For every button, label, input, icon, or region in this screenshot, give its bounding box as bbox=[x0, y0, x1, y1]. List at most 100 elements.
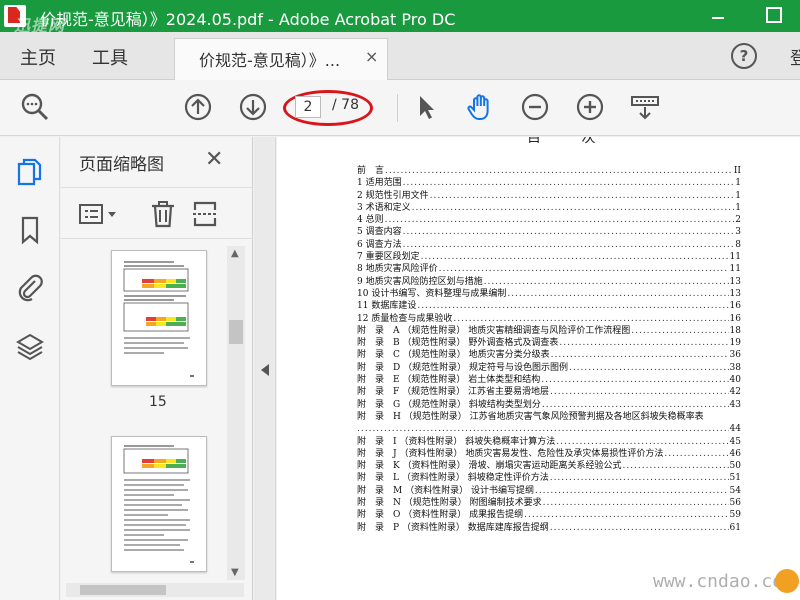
toc-entry[interactable]: 附 录 N （规范性附录） 附图编制技术要求 56 bbox=[357, 497, 741, 509]
thumbnail-horizontal-scrollbar[interactable] bbox=[66, 583, 244, 597]
toc-entry[interactable]: 附 录 G （规范性附录） 斜坡结构类型划分 43 bbox=[357, 399, 741, 411]
toc-entry[interactable]: 附 录 B （规范性附录） 野外调查格式及调查表 19 bbox=[357, 337, 741, 349]
toc-title: 目 次 bbox=[527, 137, 614, 146]
toc-entry[interactable]: 1 适用范围 1 bbox=[357, 177, 741, 189]
toc-entry[interactable]: 附 录 O （资料性附录） 成果报告提纲 59 bbox=[357, 509, 741, 521]
toc-entry[interactable]: 附 录 L （资料性附录） 斜坡稳定性评价方法 51 bbox=[357, 472, 741, 484]
toc-leader-dots bbox=[559, 337, 728, 349]
document-tab-label: 价规范-意见稿）》... bbox=[199, 51, 341, 70]
document-view[interactable]: 目 次 前 言II1 适用范围12 规范性引用文件13 术语和定义14 总则25… bbox=[277, 137, 800, 600]
page-up-icon[interactable] bbox=[183, 92, 213, 122]
toc-entry[interactable]: 附 录 E （规范性附录） 岩土体类型和结构 40 bbox=[357, 374, 741, 386]
toc-entry[interactable]: 附 录 H （规范性附录） 江苏省地质灾害气象风险预警判据及各地区斜坡失稳概率表 bbox=[357, 411, 741, 423]
toc-entry-text: 12 质量检查与成果验收 bbox=[357, 313, 453, 324]
toc-entry[interactable]: 44 bbox=[357, 423, 741, 435]
toc-entry-page: 3 bbox=[735, 227, 741, 238]
zoom-out-icon[interactable] bbox=[520, 92, 550, 122]
delete-icon[interactable] bbox=[149, 200, 177, 228]
panel-toolbar bbox=[61, 187, 253, 239]
toc-leader-dots bbox=[385, 165, 733, 177]
toc-entry[interactable]: 附 录 J （资料性附录） 地质灾害易发性、危险性及承灾体易损性评价方法 46 bbox=[357, 448, 741, 460]
current-page-input[interactable]: 2 bbox=[295, 96, 321, 118]
toc-leader-dots bbox=[524, 509, 728, 521]
scrollbar-thumb[interactable] bbox=[229, 320, 243, 344]
sign-in-button[interactable]: 登 bbox=[790, 44, 800, 69]
zoom-search-icon[interactable] bbox=[20, 92, 50, 122]
toc-entry-page: 13 bbox=[729, 276, 741, 287]
horizontal-scrollbar-thumb[interactable] bbox=[80, 585, 166, 595]
options-menu-icon[interactable] bbox=[79, 200, 121, 228]
extract-icon[interactable] bbox=[191, 200, 219, 228]
toc-entry-page: 38 bbox=[729, 362, 741, 373]
hand-tool-icon[interactable] bbox=[465, 92, 495, 122]
toc-entry[interactable]: 附 录 P （资料性附录） 数据库建库报告提纲 61 bbox=[357, 522, 741, 534]
toc-entry-page: 42 bbox=[729, 387, 741, 398]
page-thumbnails-icon[interactable] bbox=[16, 157, 44, 187]
toc-entry[interactable]: 12 质量检查与成果验收 16 bbox=[357, 313, 741, 325]
toc-entry[interactable]: 附 录 I （资料性附录） 斜坡失稳概率计算方法 45 bbox=[357, 436, 741, 448]
attachment-icon[interactable] bbox=[16, 272, 44, 302]
toc-entry[interactable]: 10 设计书编写、资料整理与成果编制 13 bbox=[357, 288, 741, 300]
toc-entry[interactable]: 5 调查内容 3 bbox=[357, 226, 741, 238]
toc-entry[interactable]: 附 录 C （规范性附录） 地质灾害分类分级表 36 bbox=[357, 349, 741, 361]
toc-entry[interactable]: 附 录 K （资料性附录） 滑坡、崩塌灾害运动距离关系经验公式 50 bbox=[357, 460, 741, 472]
toc-leader-dots bbox=[541, 374, 728, 386]
panel-close-button[interactable]: ✕ bbox=[205, 147, 223, 172]
layers-icon[interactable] bbox=[16, 331, 44, 361]
toc-entry-text: 附 录 G （规范性附录） 斜坡结构类型划分 bbox=[357, 399, 541, 410]
site-watermark: www.cndao.com bbox=[653, 571, 794, 592]
toc-leader-dots bbox=[550, 472, 729, 484]
toc-leader-dots bbox=[550, 386, 729, 398]
maximize-button[interactable] bbox=[762, 4, 786, 26]
toc-entry-text: 附 录 O （资料性附录） 成果报告提纲 bbox=[357, 510, 524, 521]
minimize-button[interactable] bbox=[706, 4, 730, 26]
toc-entry[interactable]: 4 总则 2 bbox=[357, 214, 741, 226]
scroll-mode-icon[interactable] bbox=[630, 92, 660, 122]
toc-entry[interactable]: 附 录 A （规范性附录） 地质灾害精细调查与风险评价工作流程图 18 bbox=[357, 325, 741, 337]
select-cursor-icon[interactable] bbox=[411, 92, 441, 122]
toc-entry-page: 46 bbox=[729, 448, 741, 459]
page-down-icon[interactable] bbox=[238, 92, 268, 122]
toc-entry[interactable]: 9 地质灾害风险防控区划与措施 13 bbox=[357, 276, 741, 288]
zoom-in-icon[interactable] bbox=[575, 92, 605, 122]
toc-leader-dots bbox=[453, 313, 728, 325]
toc-leader-dots bbox=[551, 349, 729, 361]
document-tab[interactable]: 价规范-意见稿）》... × bbox=[174, 38, 388, 80]
toc-leader-dots bbox=[403, 239, 735, 251]
page-thumbnail[interactable] bbox=[111, 250, 207, 386]
toc-entry[interactable]: 附 录 F （规范性附录） 江苏省主要易滑地层 42 bbox=[357, 386, 741, 398]
tab-home[interactable]: 主页 bbox=[20, 44, 56, 70]
page-thumbnail[interactable] bbox=[111, 436, 207, 572]
scroll-down-arrow-icon[interactable]: ▼ bbox=[231, 567, 239, 578]
toc-entry-page: 51 bbox=[729, 473, 741, 484]
toc-entry[interactable]: 附 录 D （规范性附录） 规定符号与设色图示图例 38 bbox=[357, 362, 741, 374]
toc-entry-text: 附 录 L （资料性附录） 斜坡稳定性评价方法 bbox=[357, 473, 549, 484]
tab-tools[interactable]: 工具 bbox=[92, 44, 128, 70]
toc-leader-dots bbox=[417, 300, 728, 312]
help-button[interactable]: ? bbox=[731, 43, 757, 69]
panel-collapse-bar[interactable] bbox=[254, 137, 276, 600]
toc-entry[interactable]: 前 言 II bbox=[357, 165, 741, 177]
scroll-up-arrow-icon[interactable]: ▲ bbox=[231, 248, 239, 259]
document-tab-close-button[interactable]: × bbox=[365, 47, 378, 66]
toc-entry-text: 10 设计书编写、资料整理与成果编制 bbox=[357, 288, 507, 299]
toc-entry[interactable]: 7 重要区段划定 11 bbox=[357, 251, 741, 263]
toc-leader-dots bbox=[385, 214, 735, 226]
toc-entry-page: 44 bbox=[729, 424, 741, 435]
thumbnail-page-number: 15 bbox=[149, 394, 167, 410]
toc-entry[interactable]: 2 规范性引用文件 1 bbox=[357, 190, 741, 202]
toc-leader-dots bbox=[439, 263, 729, 275]
toc-entry-text: 附 录 B （规范性附录） 野外调查格式及调查表 bbox=[357, 338, 559, 349]
window-title: 价规范-意见稿）》2024.05.pdf - Adobe Acrobat Pro… bbox=[40, 10, 456, 29]
toc-entry[interactable]: 3 术语和定义 1 bbox=[357, 202, 741, 214]
thumbnail-scrollbar[interactable]: ▲ ▼ bbox=[227, 246, 245, 580]
bookmark-icon[interactable] bbox=[16, 215, 44, 245]
toc-entry-page: II bbox=[733, 166, 741, 176]
toc-entry[interactable]: 8 地质灾害风险评价 11 bbox=[357, 263, 741, 275]
toc-entry-text: 6 调查方法 bbox=[357, 239, 402, 250]
toc-entry[interactable]: 6 调查方法 8 bbox=[357, 239, 741, 251]
collapse-arrow-icon[interactable] bbox=[261, 364, 269, 376]
toc-entry[interactable]: 11 数据库建设 16 bbox=[357, 300, 741, 312]
toc-leader-dots bbox=[543, 497, 729, 509]
toc-entry[interactable]: 附 录 M （资料性附录） 设计书编写提纲 54 bbox=[357, 485, 741, 497]
